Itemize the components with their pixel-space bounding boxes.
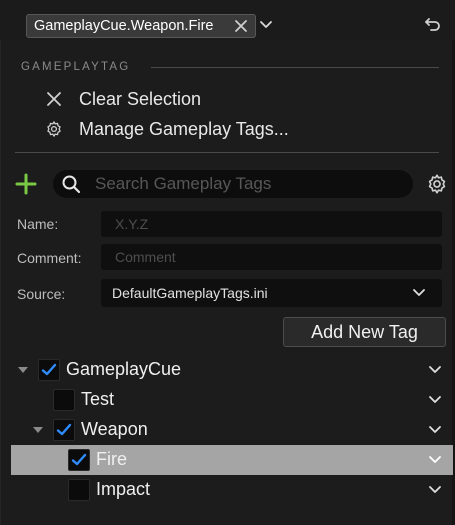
expanded-arrow-icon[interactable]	[17, 366, 29, 374]
tree-label-impact: Impact	[96, 479, 151, 499]
clear-selection-label: Clear Selection	[79, 88, 202, 109]
expanded-arrow-icon[interactable]	[32, 426, 44, 434]
search-input[interactable]	[93, 173, 397, 195]
tree-label-test: Test	[81, 389, 115, 409]
source-value: DefaultGameplayTags.ini	[112, 285, 268, 301]
name-label: Name:	[17, 216, 59, 232]
row-options-chevron-icon[interactable]	[428, 365, 442, 375]
source-label: Source:	[17, 286, 66, 302]
close-icon	[43, 88, 65, 110]
clear-selection-menu-item[interactable]: Clear Selection	[43, 86, 423, 112]
checkbox-fire[interactable]	[68, 449, 90, 471]
comment-field[interactable]	[101, 244, 442, 270]
search-bar[interactable]	[53, 170, 413, 198]
row-options-chevron-icon[interactable]	[428, 455, 442, 465]
remove-tag-icon[interactable]	[234, 19, 248, 33]
tree-label-fire: Fire	[96, 449, 127, 469]
add-icon[interactable]	[15, 173, 37, 195]
tree-label-weapon: Weapon	[81, 419, 148, 439]
row-options-chevron-icon[interactable]	[428, 485, 442, 495]
comment-input[interactable]	[113, 248, 437, 266]
selected-tag-chip[interactable]: GameplayCue.Weapon.Fire	[26, 14, 256, 38]
tree-row-impact[interactable]: Impact	[11, 475, 453, 505]
checkbox-gameplaycue[interactable]	[38, 359, 60, 381]
reset-to-default-icon[interactable]	[423, 17, 441, 32]
checkbox-weapon[interactable]	[53, 419, 75, 441]
name-field[interactable]	[101, 211, 442, 237]
section-header: GAMEPLAYTAG	[21, 61, 131, 73]
checkmark-icon	[56, 423, 72, 436]
tree-row-fire[interactable]: Fire	[11, 445, 453, 475]
tree-row-test[interactable]: Test	[11, 385, 453, 415]
row-options-chevron-icon[interactable]	[428, 425, 442, 435]
tree-label-gameplaycue: GameplayCue	[66, 359, 182, 379]
chevron-down-icon	[413, 289, 425, 296]
property-header-bar: GameplayCue.Weapon.Fire	[0, 0, 455, 40]
checkbox-impact[interactable]	[68, 479, 90, 501]
comment-label: Comment:	[17, 250, 82, 266]
row-options-chevron-icon[interactable]	[428, 395, 442, 405]
search-icon	[62, 175, 81, 194]
selected-tag-label: GameplayCue.Weapon.Fire	[34, 18, 214, 34]
gameplay-tag-picker-panel: GAMEPLAYTAG Clear Selection Manage Gamep…	[0, 40, 453, 525]
tree-row-weapon[interactable]: Weapon	[11, 415, 453, 445]
add-new-tag-button[interactable]: Add New Tag	[283, 317, 446, 347]
tree-row-gameplaycue[interactable]: GameplayCue	[11, 355, 453, 385]
name-input[interactable]	[113, 215, 437, 233]
menu-divider	[15, 152, 439, 153]
settings-gear-icon[interactable]	[426, 173, 448, 195]
checkmark-icon	[41, 363, 57, 376]
gear-icon	[43, 118, 65, 140]
checkmark-icon	[71, 453, 87, 466]
tag-dropdown-chevron-icon[interactable]	[259, 20, 273, 30]
manage-gameplay-tags-label: Manage Gameplay Tags...	[79, 118, 289, 139]
section-divider	[151, 67, 439, 68]
checkbox-test[interactable]	[53, 389, 75, 411]
source-select[interactable]: DefaultGameplayTags.ini	[101, 279, 442, 307]
manage-gameplay-tags-menu-item[interactable]: Manage Gameplay Tags...	[43, 116, 423, 142]
